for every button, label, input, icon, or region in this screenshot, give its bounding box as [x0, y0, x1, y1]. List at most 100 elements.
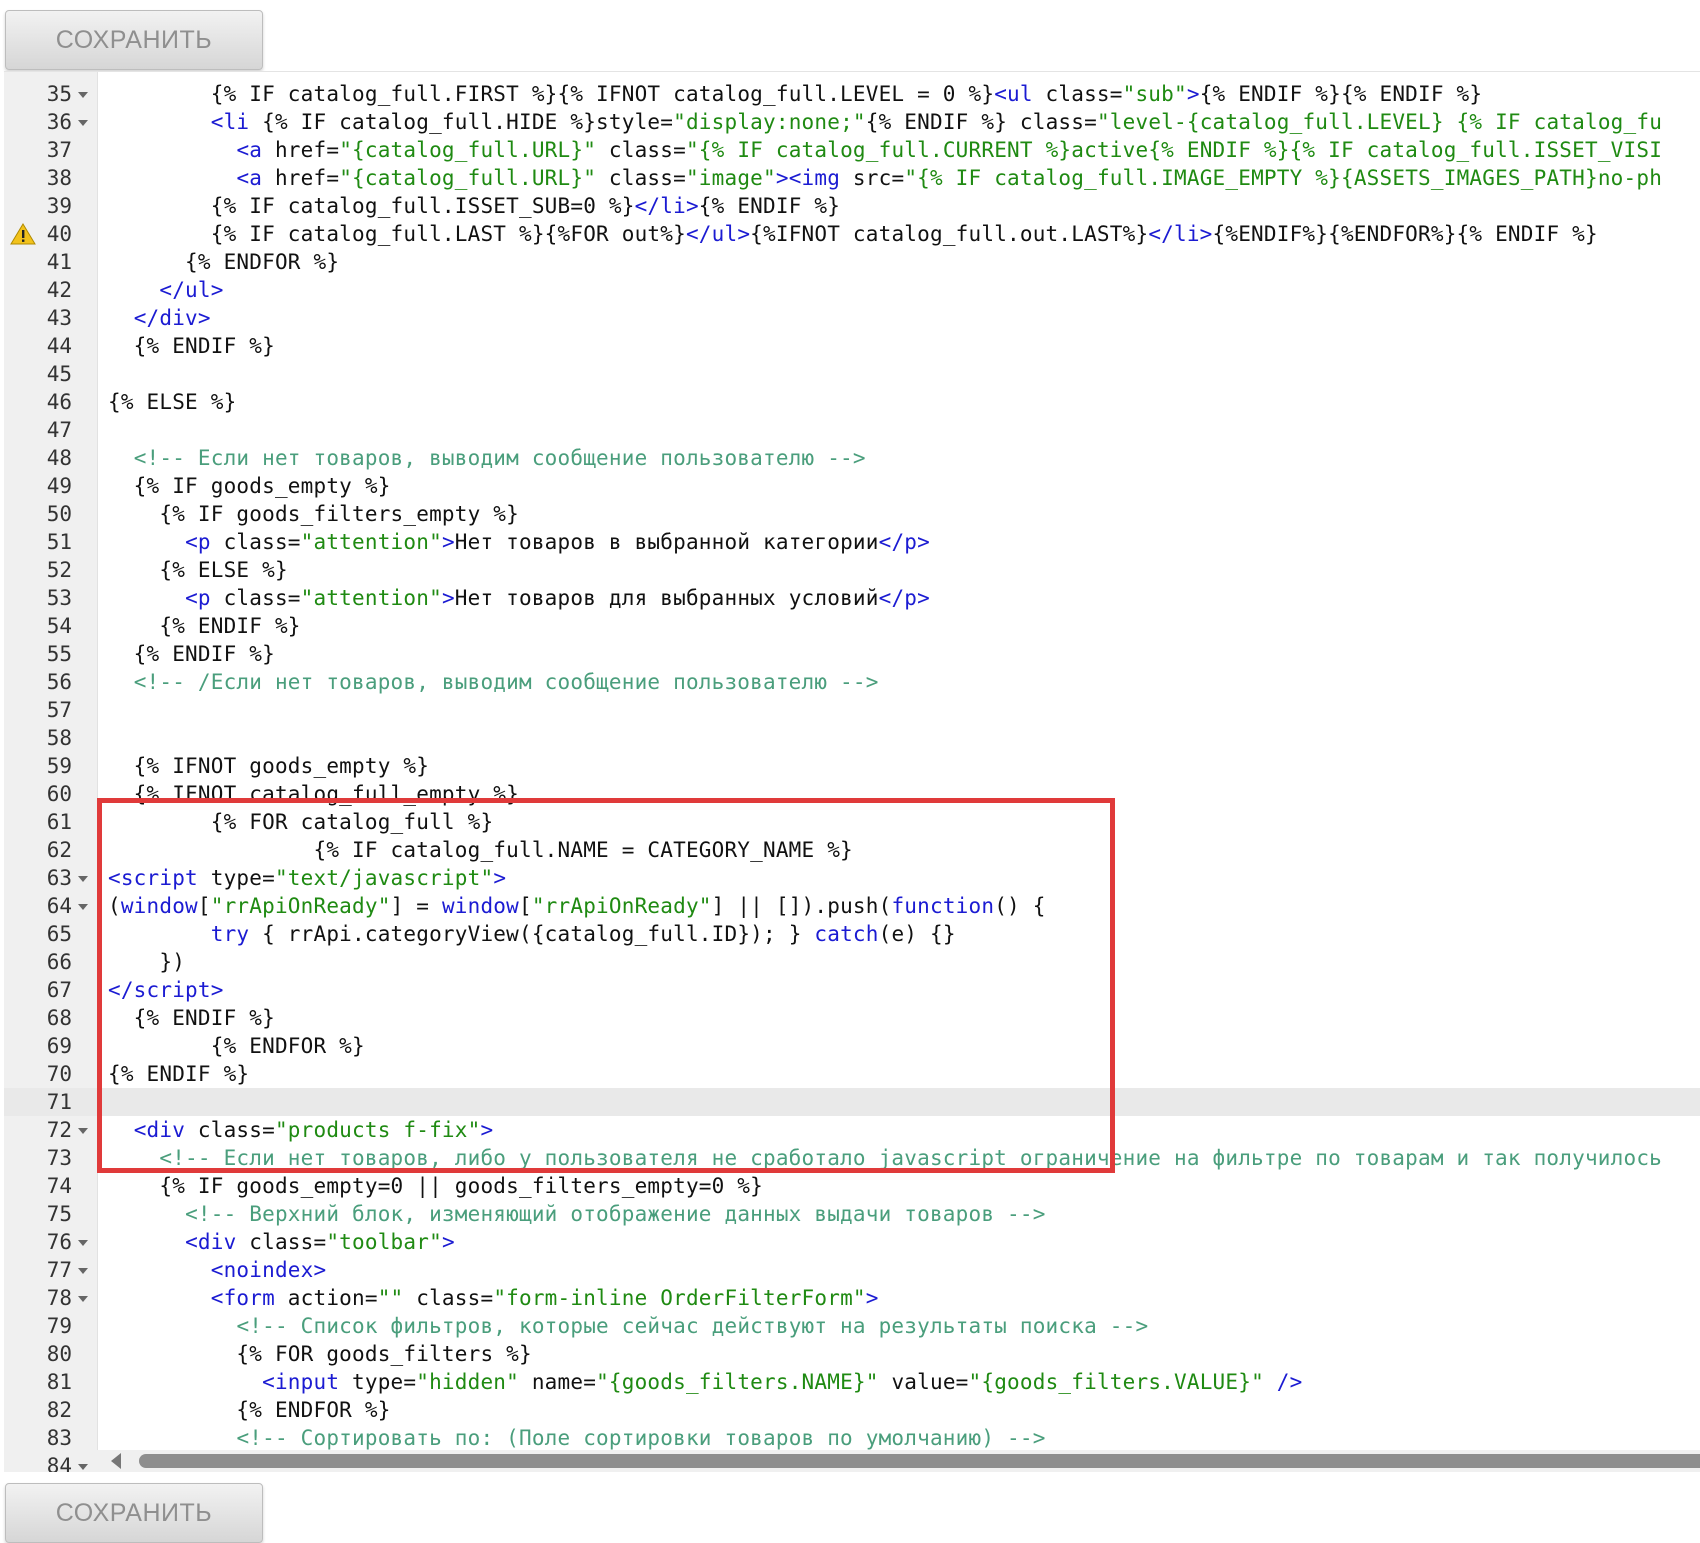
code-line[interactable]: 78 <form action="" class="form-inline Or…: [4, 1284, 1700, 1312]
code-line[interactable]: 77 <noindex>: [4, 1256, 1700, 1284]
fold-arrow-icon[interactable]: [78, 904, 88, 910]
line-number: 49: [46, 474, 72, 498]
line-number: 82: [46, 1398, 72, 1422]
code-line[interactable]: 50 {% IF goods_filters_empty %}: [4, 500, 1700, 528]
code-text: <p class="attention">Нет товаров в выбра…: [185, 530, 930, 554]
code-line[interactable]: 66 }): [4, 948, 1700, 976]
code-line[interactable]: 59 {% IFNOT goods_empty %}: [4, 752, 1700, 780]
line-number: 35: [46, 82, 72, 106]
code-line[interactable]: 72 <div class="products f-fix">: [4, 1116, 1700, 1144]
line-number: 84: [46, 1454, 72, 1472]
scrollbar-thumb[interactable]: [139, 1454, 1700, 1468]
code-line[interactable]: 47: [4, 416, 1700, 444]
code-line[interactable]: 39 {% IF catalog_full.ISSET_SUB=0 %}</li…: [4, 192, 1700, 220]
code-text: <div class="toolbar">: [185, 1230, 455, 1254]
line-number: 45: [46, 362, 72, 386]
line-number: 75: [46, 1202, 72, 1226]
line-number: 81: [46, 1370, 72, 1394]
code-line[interactable]: 68 {% ENDIF %}: [4, 1004, 1700, 1032]
line-number: 71: [46, 1090, 72, 1114]
code-text: {% FOR catalog_full %}: [108, 810, 494, 834]
line-number: 68: [46, 1006, 72, 1030]
code-text: {% IF goods_filters_empty %}: [108, 502, 519, 526]
code-line[interactable]: 69 {% ENDFOR %}: [4, 1032, 1700, 1060]
code-line[interactable]: 83 <!-- Сортировать по: (Поле сортировки…: [4, 1424, 1700, 1452]
code-line[interactable]: 49 {% IF goods_empty %}: [4, 472, 1700, 500]
code-text: <div class="products f-fix">: [133, 1118, 494, 1142]
code-line[interactable]: 60 {% IFNOT catalog_full_empty %}: [4, 780, 1700, 808]
fold-arrow-icon[interactable]: [78, 120, 88, 126]
line-number: 37: [46, 138, 72, 162]
code-editor[interactable]: 35 {% IF catalog_full.FIRST %}{% IFNOT c…: [4, 71, 1700, 1472]
code-line[interactable]: 54 {% ENDIF %}: [4, 612, 1700, 640]
code-text: {% IF catalog_full.ISSET_SUB=0 %}</li>{%…: [108, 194, 841, 218]
code-line[interactable]: 73 <!-- Если нет товаров, либо у пользов…: [4, 1144, 1700, 1172]
code-line[interactable]: 62 {% IF catalog_full.NAME = CATEGORY_NA…: [4, 836, 1700, 864]
code-text: {% IFNOT goods_empty %}: [108, 754, 430, 778]
code-line[interactable]: 56 <!-- /Если нет товаров, выводим сообщ…: [4, 668, 1700, 696]
code-line[interactable]: 40 {% IF catalog_full.LAST %}{%FOR out%}…: [4, 220, 1700, 248]
line-number: 66: [46, 950, 72, 974]
fold-arrow-icon[interactable]: [78, 1296, 88, 1302]
code-line[interactable]: 75 <!-- Верхний блок, изменяющий отображ…: [4, 1200, 1700, 1228]
code-line[interactable]: 36 <li {% IF catalog_full.HIDE %}style="…: [4, 108, 1700, 136]
code-line[interactable]: 55 {% ENDIF %}: [4, 640, 1700, 668]
fold-arrow-icon[interactable]: [78, 1464, 88, 1470]
fold-arrow-icon[interactable]: [78, 1268, 88, 1274]
line-number: 46: [46, 390, 72, 414]
code-line[interactable]: 48 <!-- Если нет товаров, выводим сообще…: [4, 444, 1700, 472]
line-number: 60: [46, 782, 72, 806]
line-number: 77: [46, 1258, 72, 1282]
save-button-bottom[interactable]: СОХРАНИТЬ: [5, 1483, 263, 1543]
code-line[interactable]: 70 {% ENDIF %}: [4, 1060, 1700, 1088]
line-number: 72: [46, 1118, 72, 1142]
code-text: {% ENDIF %}: [108, 642, 275, 666]
code-text: <p class="attention">Нет товаров для выб…: [185, 586, 930, 610]
fold-arrow-icon[interactable]: [78, 876, 88, 882]
code-line[interactable]: 51 <p class="attention">Нет товаров в вы…: [4, 528, 1700, 556]
code-line[interactable]: 61 {% FOR catalog_full %}: [4, 808, 1700, 836]
line-number: 57: [46, 698, 72, 722]
line-number: 63: [46, 866, 72, 890]
save-button-top[interactable]: СОХРАНИТЬ: [5, 10, 263, 70]
code-line[interactable]: 65 try { rrApi.categoryView({catalog_ful…: [4, 920, 1700, 948]
code-line[interactable]: 38 <a href="{catalog_full.URL}" class="i…: [4, 164, 1700, 192]
line-number: 41: [46, 250, 72, 274]
line-number: 73: [46, 1146, 72, 1170]
code-line[interactable]: 42 </ul>: [4, 276, 1700, 304]
code-line[interactable]: 35 {% IF catalog_full.FIRST %}{% IFNOT c…: [4, 80, 1700, 108]
fold-arrow-icon[interactable]: [78, 1240, 88, 1246]
code-line[interactable]: 53 <p class="attention">Нет товаров для …: [4, 584, 1700, 612]
code-line[interactable]: 74 {% IF goods_empty=0 || goods_filters_…: [4, 1172, 1700, 1200]
fold-arrow-icon[interactable]: [78, 1128, 88, 1134]
code-text: </div>: [133, 306, 211, 330]
code-line[interactable]: 76 <div class="toolbar">: [4, 1228, 1700, 1256]
horizontal-scrollbar[interactable]: [97, 1450, 1700, 1472]
code-line[interactable]: 63 <script type="text/javascript">: [4, 864, 1700, 892]
code-line[interactable]: 71: [4, 1088, 1700, 1116]
fold-arrow-icon[interactable]: [78, 92, 88, 98]
code-line[interactable]: 80 {% FOR goods_filters %}: [4, 1340, 1700, 1368]
code-line[interactable]: 37 <a href="{catalog_full.URL}" class="{…: [4, 136, 1700, 164]
code-line[interactable]: 46 {% ELSE %}: [4, 388, 1700, 416]
code-line[interactable]: 44 {% ENDIF %}: [4, 332, 1700, 360]
code-line[interactable]: 81 <input type="hidden" name="{goods_fil…: [4, 1368, 1700, 1396]
code-text: {% ENDFOR %}: [108, 1034, 365, 1058]
code-line[interactable]: 64 (window["rrApiOnReady"] = window["rrAp…: [4, 892, 1700, 920]
code-line[interactable]: 45: [4, 360, 1700, 388]
line-number: 36: [46, 110, 72, 134]
code-line[interactable]: 79 <!-- Список фильтров, которые сейчас …: [4, 1312, 1700, 1340]
code-line[interactable]: 41 {% ENDFOR %}: [4, 248, 1700, 276]
code-line[interactable]: 58: [4, 724, 1700, 752]
line-number: 56: [46, 670, 72, 694]
code-text: <!-- Если нет товаров, выводим сообщение…: [133, 446, 866, 470]
code-text: <input type="hidden" name="{goods_filter…: [262, 1370, 1303, 1394]
code-line[interactable]: 67 </script>: [4, 976, 1700, 1004]
code-line[interactable]: 82 {% ENDFOR %}: [4, 1396, 1700, 1424]
code-line[interactable]: 43 </div>: [4, 304, 1700, 332]
code-line[interactable]: 52 {% ELSE %}: [4, 556, 1700, 584]
line-number: 59: [46, 754, 72, 778]
code-line[interactable]: 57: [4, 696, 1700, 724]
line-number: 52: [46, 558, 72, 582]
scroll-left-icon[interactable]: [111, 1453, 121, 1469]
